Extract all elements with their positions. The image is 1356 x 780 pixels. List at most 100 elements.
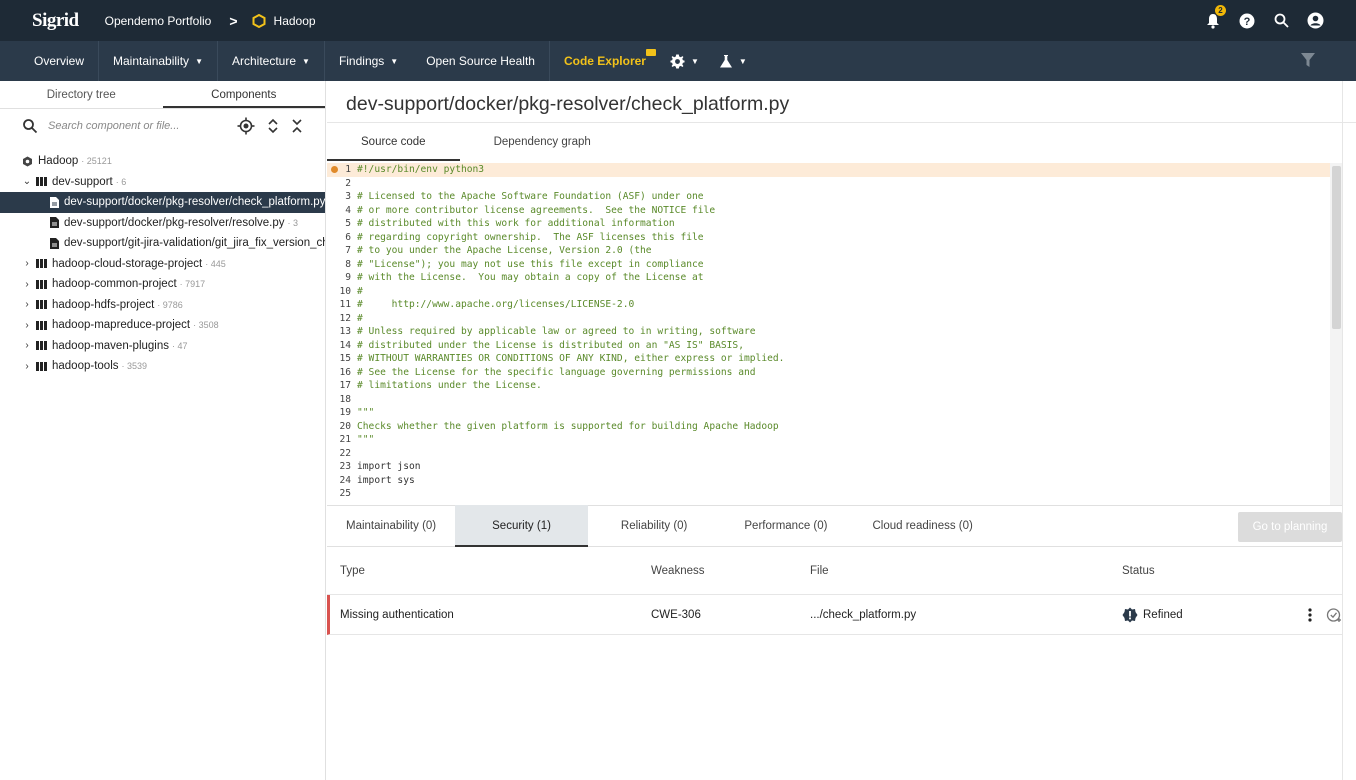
- nav-settings[interactable]: ▼: [660, 41, 709, 81]
- code-line[interactable]: 10 #: [327, 285, 1342, 299]
- chevron-right-icon[interactable]: ›: [22, 320, 32, 331]
- tree-item-file-selected[interactable]: dev-support/docker/pkg-resolver/check_pl…: [0, 192, 325, 213]
- finding-file[interactable]: .../check_platform.py: [810, 609, 916, 621]
- account-button[interactable]: [1298, 0, 1332, 41]
- tree-item-component[interactable]: › hadoop-tools · 3539: [0, 356, 325, 377]
- code-line[interactable]: 15 # WITHOUT WARRANTIES OR CONDITIONS OF …: [327, 352, 1342, 366]
- tree-item-component[interactable]: › hadoop-maven-plugins · 47: [0, 336, 325, 357]
- code-line[interactable]: 2: [327, 177, 1342, 191]
- code-line[interactable]: 25: [327, 487, 1342, 501]
- code-line[interactable]: 22: [327, 447, 1342, 461]
- code-text: import sys: [357, 474, 415, 486]
- code-line[interactable]: 20 Checks whether the given platform is s…: [327, 420, 1342, 434]
- code-line[interactable]: 19 """: [327, 406, 1342, 420]
- tab-security-findings[interactable]: Security (1): [455, 505, 588, 547]
- search-icon: [23, 119, 38, 134]
- tree-item-label: Hadoop: [38, 155, 79, 168]
- code-line[interactable]: 12 #: [327, 312, 1342, 326]
- tree-item-component[interactable]: › hadoop-hdfs-project · 9786: [0, 295, 325, 316]
- code-line[interactable]: 9 # with the License. You may obtain a co…: [327, 271, 1342, 285]
- locate-file-icon[interactable]: [237, 117, 255, 135]
- notifications-button[interactable]: 2: [1196, 0, 1230, 41]
- code-line[interactable]: 13 # Unless required by applicable law or…: [327, 325, 1342, 339]
- finding-weakness[interactable]: CWE-306: [651, 609, 701, 621]
- file-icon: [50, 217, 59, 229]
- sigrid-logo[interactable]: Sigrid: [32, 10, 79, 32]
- chevron-down-icon[interactable]: ⌄: [22, 176, 32, 187]
- more-options-icon[interactable]: [1308, 607, 1312, 622]
- filter-icon[interactable]: [1300, 52, 1316, 68]
- tree-item-count: · 3539: [121, 361, 148, 372]
- help-button[interactable]: ?: [1230, 0, 1264, 41]
- line-number: 17: [339, 380, 351, 392]
- chevron-right-icon[interactable]: ›: [22, 361, 32, 372]
- tab-performance-findings[interactable]: Performance (0): [706, 505, 846, 547]
- code-line[interactable]: 24 import sys: [327, 474, 1342, 488]
- tree-item-component[interactable]: › hadoop-common-project · 7917: [0, 274, 325, 295]
- chevron-right-icon[interactable]: ›: [22, 258, 32, 269]
- nav-open-source-health[interactable]: Open Source Health: [412, 41, 550, 81]
- tab-cloud-readiness-findings[interactable]: Cloud readiness (0): [846, 505, 991, 547]
- chevron-right-icon[interactable]: ›: [22, 340, 32, 351]
- code-scrollbar[interactable]: [1332, 166, 1341, 329]
- tab-components[interactable]: Components: [162, 81, 325, 108]
- accept-finding-icon[interactable]: [1326, 607, 1342, 623]
- tab-maintainability-findings[interactable]: Maintainability (0): [327, 505, 455, 547]
- tree-item-label: hadoop-common-project: [52, 278, 177, 291]
- tab-reliability-findings[interactable]: Reliability (0): [588, 505, 706, 547]
- tree-item-label: hadoop-cloud-storage-project: [52, 257, 203, 270]
- nav-findings[interactable]: Findings ▼: [325, 41, 412, 81]
- column-header-file[interactable]: File: [810, 565, 829, 577]
- search-button[interactable]: [1264, 0, 1298, 41]
- tree-item-dev-support[interactable]: ⌄ dev-support · 6: [0, 172, 325, 193]
- nav-overview[interactable]: Overview: [0, 41, 100, 81]
- tab-source-code[interactable]: Source code: [327, 123, 460, 161]
- line-number: 6: [345, 231, 351, 243]
- code-line[interactable]: 1 #!/usr/bin/env python3: [327, 163, 1342, 177]
- code-line[interactable]: 11 # http://www.apache.org/licenses/LICEN…: [327, 298, 1342, 312]
- code-line[interactable]: 6 # regarding copyright ownership. The AS…: [327, 231, 1342, 245]
- component-grid-icon: [36, 177, 47, 187]
- go-to-planning-button[interactable]: Go to planning: [1238, 512, 1342, 542]
- code-line[interactable]: 18: [327, 393, 1342, 407]
- component-tree: Hadoop · 25121 ⌄ dev-support · 6 dev-suppo…: [0, 151, 325, 377]
- tree-item-count: · 25121: [81, 156, 112, 167]
- code-line[interactable]: 8 # "License"); you may not use this file…: [327, 258, 1342, 272]
- tab-dependency-graph[interactable]: Dependency graph: [460, 123, 625, 161]
- code-line[interactable]: 16 # See the License for the specific lan…: [327, 366, 1342, 380]
- nav-architecture[interactable]: Architecture ▼: [218, 41, 325, 81]
- chevron-right-icon[interactable]: ›: [22, 299, 32, 310]
- nav-code-explorer[interactable]: Code Explorer: [550, 41, 660, 81]
- tree-item-root[interactable]: Hadoop · 25121: [0, 151, 325, 172]
- code-line[interactable]: 3 # Licensed to the Apache Software Found…: [327, 190, 1342, 204]
- code-text: # to you under the Apache License, Versi…: [357, 245, 652, 257]
- source-code-viewer[interactable]: 1 #!/usr/bin/env python3 2 3 # Licensed to t…: [327, 163, 1342, 503]
- collapse-all-icon[interactable]: [291, 118, 303, 134]
- portfolio-link[interactable]: Opendemo Portfolio: [105, 14, 212, 28]
- table-row[interactable]: Missing authentication CWE-306 .../check…: [327, 595, 1342, 635]
- code-line[interactable]: 7 # to you under the Apache License, Vers…: [327, 244, 1342, 258]
- nav-labs[interactable]: ▼: [709, 41, 757, 81]
- column-header-weakness[interactable]: Weakness: [651, 565, 704, 577]
- expand-all-icon[interactable]: [267, 118, 279, 134]
- code-line[interactable]: 4 # or more contributor license agreement…: [327, 204, 1342, 218]
- code-line[interactable]: 21 """: [327, 433, 1342, 447]
- code-line[interactable]: 23 import json: [327, 460, 1342, 474]
- tab-directory-tree[interactable]: Directory tree: [0, 81, 163, 108]
- component-search[interactable]: Search component or file...: [0, 109, 325, 143]
- column-header-status[interactable]: Status: [1122, 565, 1155, 577]
- tree-item-file[interactable]: dev-support/docker/pkg-resolver/resolve.…: [0, 213, 325, 234]
- code-text: #!/usr/bin/env python3: [357, 164, 485, 176]
- column-header-type[interactable]: Type: [340, 565, 365, 577]
- finding-status[interactable]: Refined: [1122, 607, 1183, 623]
- tree-item-component[interactable]: › hadoop-mapreduce-project · 3508: [0, 315, 325, 336]
- chevron-right-icon[interactable]: ›: [22, 279, 32, 290]
- code-line[interactable]: 5 # distributed with this work for additi…: [327, 217, 1342, 231]
- project-link[interactable]: Hadoop: [274, 14, 316, 28]
- nav-maintainability[interactable]: Maintainability ▼: [99, 41, 218, 81]
- code-line[interactable]: 14 # distributed under the License is dis…: [327, 339, 1342, 353]
- tree-item-file[interactable]: dev-support/git-jira-validation/git_jira…: [0, 233, 325, 254]
- tree-item-component[interactable]: › hadoop-cloud-storage-project · 445: [0, 254, 325, 275]
- code-line[interactable]: 17 # limitations under the License.: [327, 379, 1342, 393]
- search-input[interactable]: Search component or file...: [48, 120, 179, 132]
